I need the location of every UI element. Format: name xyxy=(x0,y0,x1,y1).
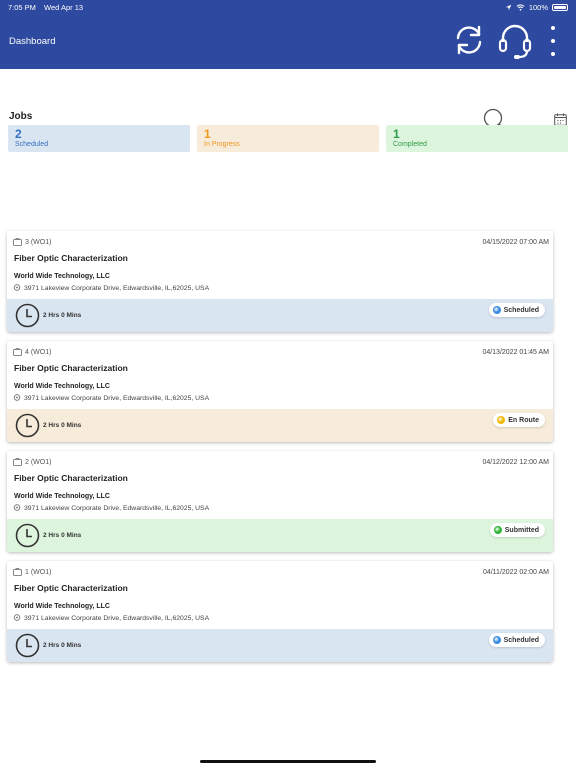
summary-count: 2 xyxy=(15,127,22,141)
job-card[interactable]: 3 (WO1) 04/15/2022 07:00 AM Fiber Optic … xyxy=(7,231,553,332)
status-dot-icon xyxy=(493,526,502,534)
wifi-icon xyxy=(516,3,525,11)
job-date: 04/12/2022 12:00 AM xyxy=(482,459,549,466)
status-badge[interactable]: En Route xyxy=(493,413,545,427)
job-title: Fiber Optic Characterization xyxy=(14,253,128,263)
status-dot-icon xyxy=(497,416,506,424)
address-text: 3971 Lakeview Corporate Drive, Edwardsvi… xyxy=(24,284,210,292)
job-footer: 2 Hrs 0 Mins Scheduled xyxy=(7,299,553,332)
job-duration: 2 Hrs 0 Mins xyxy=(43,422,82,429)
work-order-id: 4 (WO1) xyxy=(13,348,51,356)
clock-icon xyxy=(15,523,40,548)
job-card[interactable]: 1 (WO1) 04/11/2022 02:00 AM Fiber Optic … xyxy=(7,561,553,662)
location-pin-icon xyxy=(13,284,21,291)
status-dot-icon xyxy=(492,636,501,644)
job-date: 04/11/2022 02:00 AM xyxy=(482,569,549,576)
work-order-text: 3 (WO1) xyxy=(25,238,52,246)
battery-icon xyxy=(552,3,568,11)
job-duration: 2 Hrs 0 Mins xyxy=(43,312,82,319)
work-order-id: 3 (WO1) xyxy=(13,238,51,246)
job-address: 3971 Lakeview Corporate Drive, Edwardsvi… xyxy=(13,394,209,402)
location-pin-icon xyxy=(13,614,21,621)
status-time: 7:05 PM xyxy=(8,2,36,12)
location-pin-icon xyxy=(13,394,21,401)
job-address: 3971 Lakeview Corporate Drive, Edwardsvi… xyxy=(13,284,209,292)
summary-scheduled[interactable]: 2 Scheduled xyxy=(8,125,190,152)
clock-icon xyxy=(15,303,40,328)
job-duration: 2 Hrs 0 Mins xyxy=(43,642,82,649)
battery-percent: 100% xyxy=(528,2,548,12)
job-address: 3971 Lakeview Corporate Drive, Edwardsvi… xyxy=(13,614,209,622)
job-footer: 2 Hrs 0 Mins Submitted xyxy=(7,519,553,552)
work-order-id: 1 (WO1) xyxy=(13,568,51,576)
job-address: 3971 Lakeview Corporate Drive, Edwardsvi… xyxy=(13,504,209,512)
summary-label: Completed xyxy=(393,141,427,148)
status-time-date: 7:05 PM Wed Apr 13 xyxy=(8,3,89,12)
summary-count: 1 xyxy=(204,127,211,141)
work-order-id: 2 (WO1) xyxy=(13,458,51,466)
status-badge[interactable]: Submitted xyxy=(489,523,545,537)
briefcase-icon xyxy=(13,568,22,576)
headset-icon[interactable] xyxy=(497,22,533,60)
status-date: Wed Apr 13 xyxy=(44,2,84,12)
address-text: 3971 Lakeview Corporate Drive, Edwardsvi… xyxy=(24,394,210,402)
more-vertical-icon[interactable] xyxy=(548,26,558,56)
company-name: World Wide Technology, LLC xyxy=(14,493,110,500)
job-date: 04/13/2022 01:45 AM xyxy=(482,349,549,356)
location-icon xyxy=(505,4,512,10)
company-name: World Wide Technology, LLC xyxy=(14,273,110,280)
work-order-text: 2 (WO1) xyxy=(25,458,52,466)
status-text: En Route xyxy=(508,416,539,424)
work-order-text: 1 (WO1) xyxy=(25,568,52,576)
summary-label: Scheduled xyxy=(15,141,49,148)
page-title: Dashboard xyxy=(9,36,56,47)
summary-completed[interactable]: 1 Completed xyxy=(386,125,568,152)
company-name: World Wide Technology, LLC xyxy=(14,603,110,610)
job-card[interactable]: 4 (WO1) 04/13/2022 01:45 AM Fiber Optic … xyxy=(7,341,553,442)
status-badge[interactable]: Scheduled xyxy=(488,633,545,647)
job-card[interactable]: 2 (WO1) 04/12/2022 12:00 AM Fiber Optic … xyxy=(7,451,553,552)
jobs-heading: Jobs xyxy=(9,111,33,122)
job-duration: 2 Hrs 0 Mins xyxy=(43,532,82,539)
sync-icon[interactable] xyxy=(452,23,486,57)
status-indicators: 100% xyxy=(505,3,568,12)
clock-icon xyxy=(15,633,40,658)
status-bar: 7:05 PM Wed Apr 13 100% xyxy=(0,0,576,14)
summary-count: 1 xyxy=(393,127,400,141)
address-text: 3971 Lakeview Corporate Drive, Edwardsvi… xyxy=(24,614,210,622)
briefcase-icon xyxy=(13,458,22,466)
status-dot-icon xyxy=(492,306,501,314)
app-header: Dashboard xyxy=(0,14,576,69)
briefcase-icon xyxy=(13,348,22,356)
briefcase-icon xyxy=(13,238,22,246)
work-order-text: 4 (WO1) xyxy=(25,348,52,356)
clock-icon xyxy=(15,413,40,438)
company-name: World Wide Technology, LLC xyxy=(14,383,110,390)
job-title: Fiber Optic Characterization xyxy=(14,583,128,593)
status-text: Submitted xyxy=(504,526,539,534)
summary-label: In Progress xyxy=(204,141,240,148)
job-footer: 2 Hrs 0 Mins Scheduled xyxy=(7,629,553,662)
job-date: 04/15/2022 07:00 AM xyxy=(482,239,549,246)
job-title: Fiber Optic Characterization xyxy=(14,363,128,373)
status-text: Scheduled xyxy=(503,306,539,314)
address-text: 3971 Lakeview Corporate Drive, Edwardsvi… xyxy=(24,504,210,512)
job-footer: 2 Hrs 0 Mins En Route xyxy=(7,409,553,442)
status-text: Scheduled xyxy=(503,636,539,644)
home-indicator[interactable] xyxy=(200,760,376,763)
summary-in-progress[interactable]: 1 In Progress xyxy=(197,125,379,152)
location-pin-icon xyxy=(13,504,21,511)
job-title: Fiber Optic Characterization xyxy=(14,473,128,483)
status-badge[interactable]: Scheduled xyxy=(488,303,545,317)
